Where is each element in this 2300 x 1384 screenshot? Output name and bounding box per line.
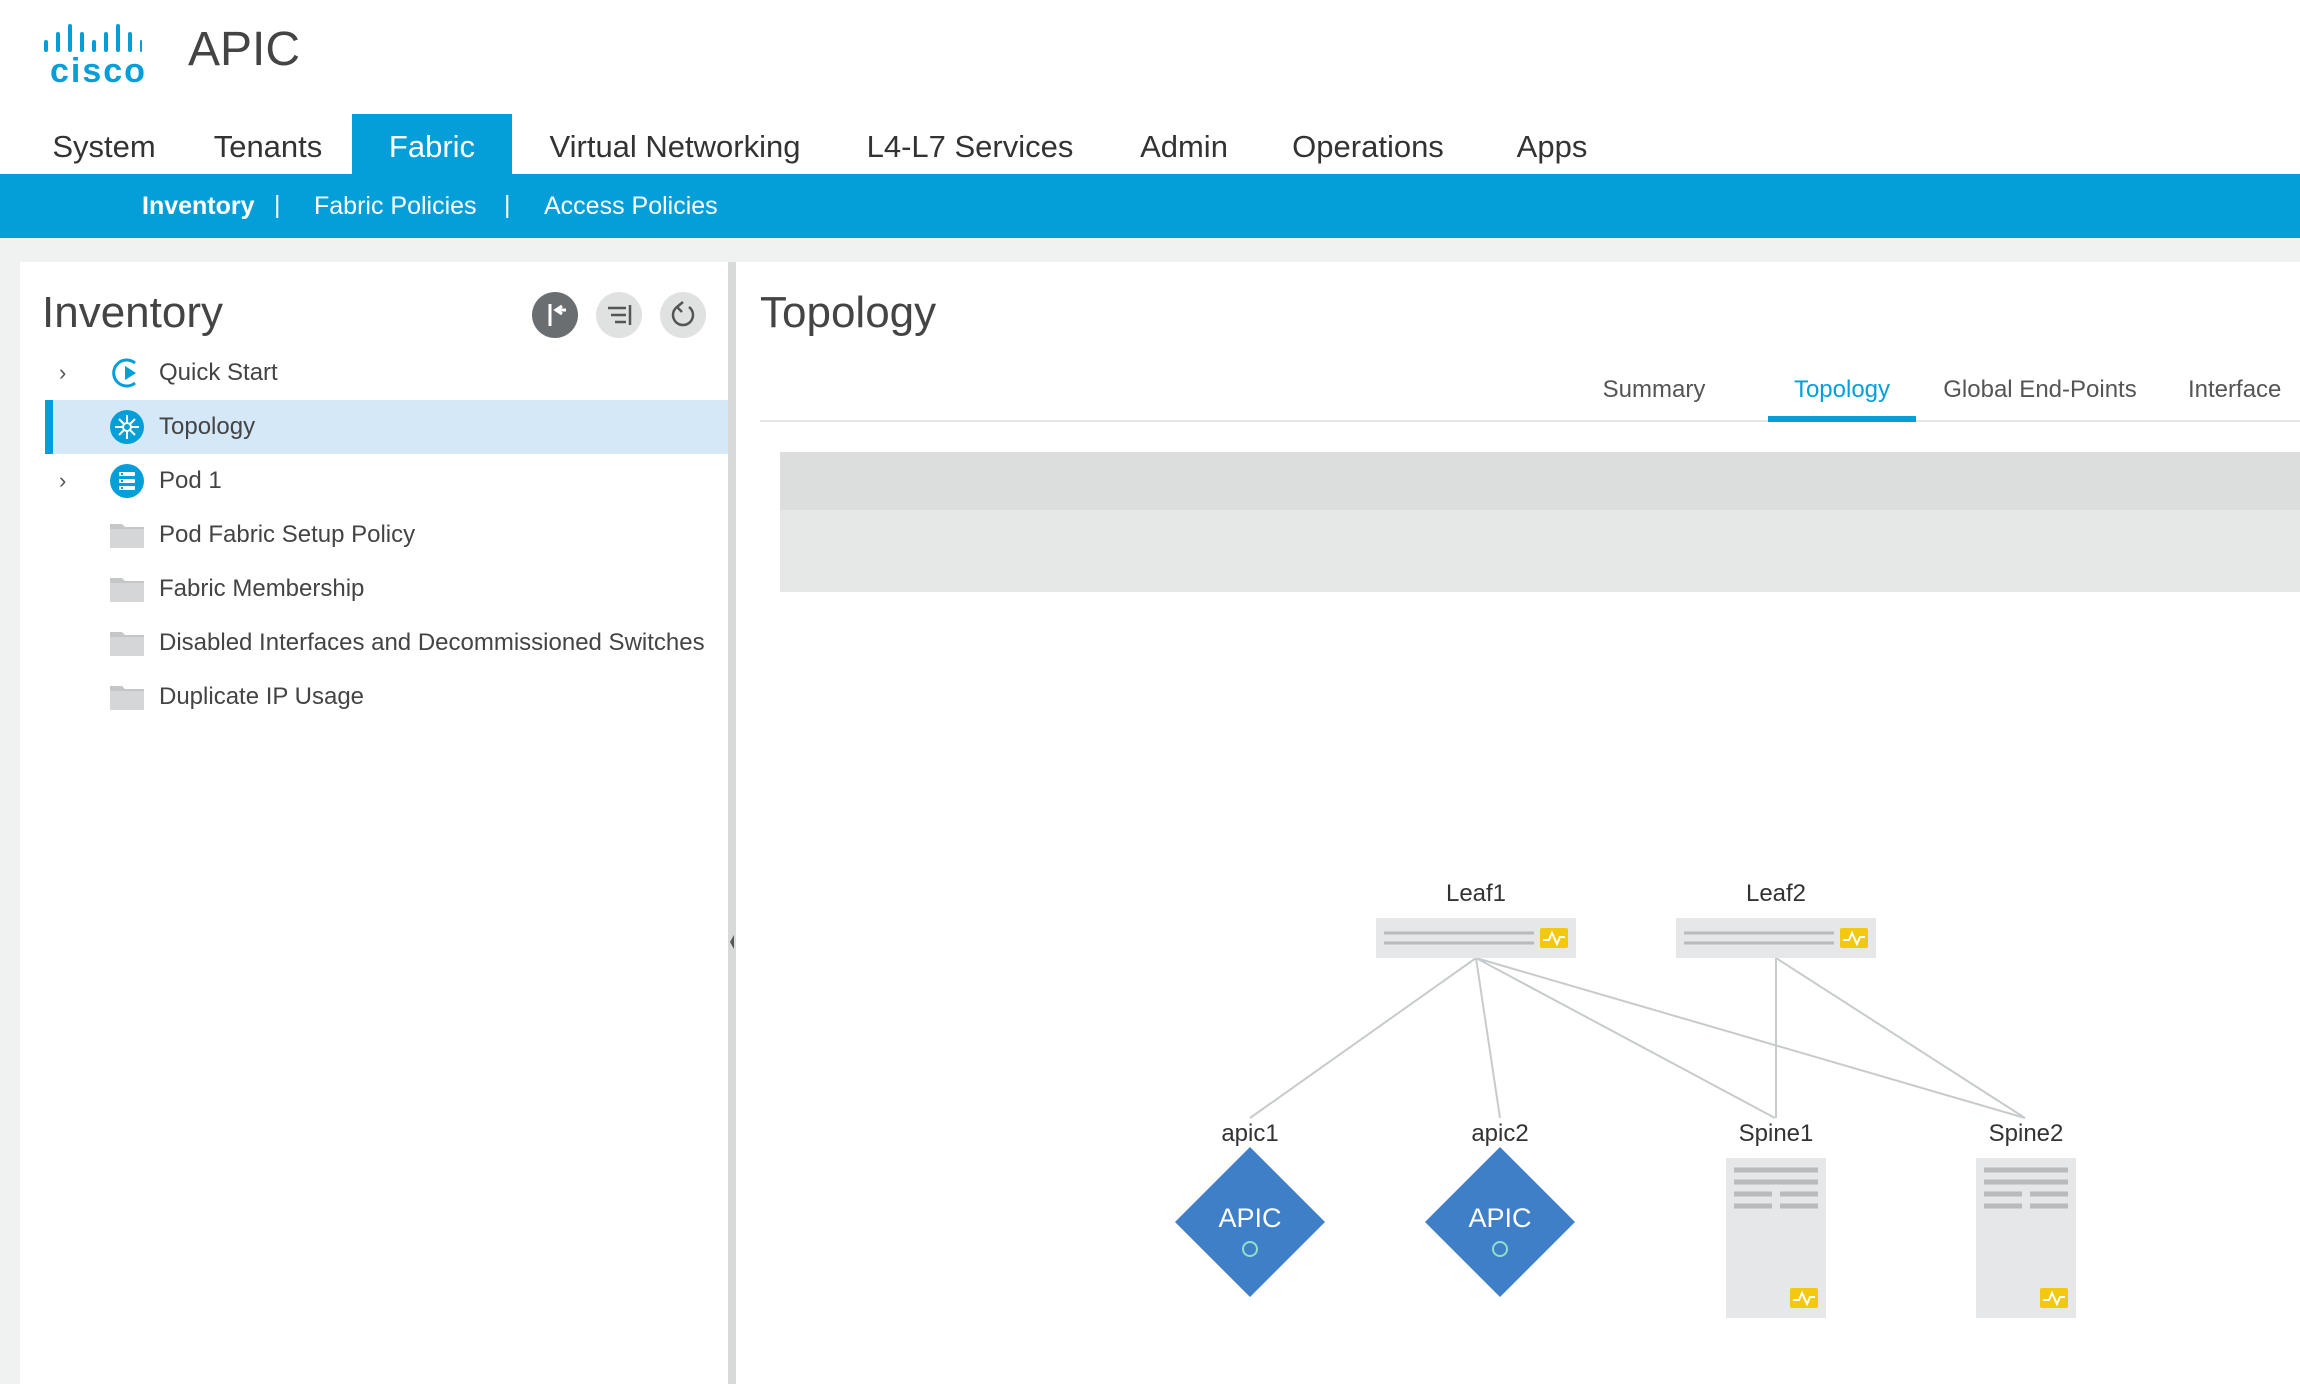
- spine2-label: Spine2: [1988, 1120, 2064, 1147]
- folder-icon: [110, 686, 144, 710]
- pod-icon: [110, 464, 144, 498]
- subnav-fabric-policies[interactable]: Fabric Policies: [314, 174, 477, 238]
- tree-item-pod-1[interactable]: › Pod 1: [45, 454, 728, 508]
- tree-item-label: Quick Start: [159, 359, 278, 386]
- main-tab-l4-l7-services[interactable]: L4-L7 Services: [848, 114, 1092, 174]
- quick-start-icon: [112, 358, 136, 388]
- tab-topology[interactable]: Topology: [1768, 366, 1916, 422]
- tree-item-pod-fabric-setup-policy[interactable]: Pod Fabric Setup Policy: [45, 508, 728, 562]
- app-title: APIC: [188, 23, 301, 76]
- subnav-separator: |: [274, 191, 281, 219]
- toolbar-header-strip: [780, 452, 2300, 510]
- sub-nav: Inventory | Fabric Policies | Access Pol…: [0, 174, 2300, 238]
- spine1-label: Spine1: [1738, 1120, 1814, 1147]
- topology-toolbar: [780, 452, 2300, 592]
- apic2-node[interactable]: APIC: [1425, 1147, 1575, 1297]
- topology-icon: [110, 410, 144, 444]
- main-tab-virtual-networking[interactable]: Virtual Networking: [536, 114, 814, 174]
- page-title: Topology: [760, 288, 937, 337]
- panel-splitter[interactable]: [728, 262, 736, 1384]
- leaf-switch-icon: [1376, 918, 1576, 958]
- tree-item-label: Duplicate IP Usage: [159, 683, 365, 710]
- leaf2-label: Leaf2: [1745, 880, 1807, 907]
- main-tab-tenants[interactable]: Tenants: [196, 114, 340, 174]
- refresh-icon: [671, 301, 695, 327]
- main-tab-apps[interactable]: Apps: [1494, 114, 1610, 174]
- refresh-button[interactable]: [660, 292, 706, 338]
- leaf2-node[interactable]: [1676, 918, 1876, 958]
- panel-title: Inventory: [42, 288, 223, 337]
- tree-item-label: Pod 1: [159, 467, 222, 494]
- leaf-switch-icon: [1676, 918, 1876, 958]
- tree-item-label: Topology: [159, 413, 256, 440]
- tree-item-duplicate-ip-usage[interactable]: Duplicate IP Usage: [45, 670, 728, 724]
- tab-interface[interactable]: Interface: [2156, 366, 2300, 422]
- apic2-label: apic2: [1471, 1120, 1529, 1147]
- subnav-access-policies[interactable]: Access Policies: [544, 174, 718, 238]
- filter-icon: [608, 305, 632, 325]
- main-tab-fabric[interactable]: Fabric: [352, 114, 512, 174]
- header-bar: cisco APIC: [0, 0, 2300, 114]
- tree-item-label: Fabric Membership: [159, 575, 365, 602]
- folder-icon: [110, 578, 144, 602]
- cisco-wordmark: cisco: [50, 52, 147, 90]
- tree-item-label: Disabled Interfaces and Decommissioned S…: [159, 629, 705, 656]
- subnav-inventory[interactable]: Inventory: [142, 174, 255, 238]
- main-tab-operations[interactable]: Operations: [1280, 114, 1456, 174]
- apic2-badge: APIC: [1468, 1203, 1532, 1233]
- tree-item-topology[interactable]: Topology: [45, 400, 728, 454]
- tab-global-end-points[interactable]: Global End-Points: [1904, 366, 2176, 422]
- inventory-panel: Inventory › Quick Start Topology › Pod 1…: [20, 262, 728, 1384]
- expand-chevron-icon[interactable]: ›: [59, 454, 66, 508]
- spine1-node[interactable]: [1726, 1158, 1826, 1318]
- splitter-handle-icon[interactable]: [729, 932, 735, 952]
- spine-switch-icon: [1976, 1158, 2076, 1318]
- folder-icon: [110, 632, 144, 656]
- leaf1-node[interactable]: [1376, 918, 1576, 958]
- main-tab-admin[interactable]: Admin: [1120, 114, 1248, 174]
- expand-chevron-icon[interactable]: ›: [59, 346, 66, 400]
- main-tab-system[interactable]: System: [30, 114, 178, 174]
- spine2-node[interactable]: [1976, 1158, 2076, 1318]
- collapse-icon: [548, 304, 566, 326]
- tab-summary[interactable]: Summary: [1572, 366, 1736, 422]
- apic1-label: apic1: [1221, 1120, 1279, 1147]
- filter-button[interactable]: [596, 292, 642, 338]
- tree-item-fabric-membership[interactable]: Fabric Membership: [45, 562, 728, 616]
- tree-item-quick-start[interactable]: › Quick Start: [45, 346, 728, 400]
- subnav-separator: |: [504, 191, 511, 219]
- tree-item-disabled-interfaces[interactable]: Disabled Interfaces and Decommissioned S…: [45, 616, 728, 670]
- tree-item-label: Pod Fabric Setup Policy: [159, 521, 416, 548]
- leaf1-label: Leaf1: [1445, 880, 1507, 907]
- folder-icon: [110, 524, 144, 548]
- apic1-node[interactable]: APIC: [1175, 1147, 1325, 1297]
- collapse-panel-button[interactable]: [532, 292, 578, 338]
- spine-switch-icon: [1726, 1158, 1826, 1318]
- apic1-badge: APIC: [1218, 1203, 1282, 1233]
